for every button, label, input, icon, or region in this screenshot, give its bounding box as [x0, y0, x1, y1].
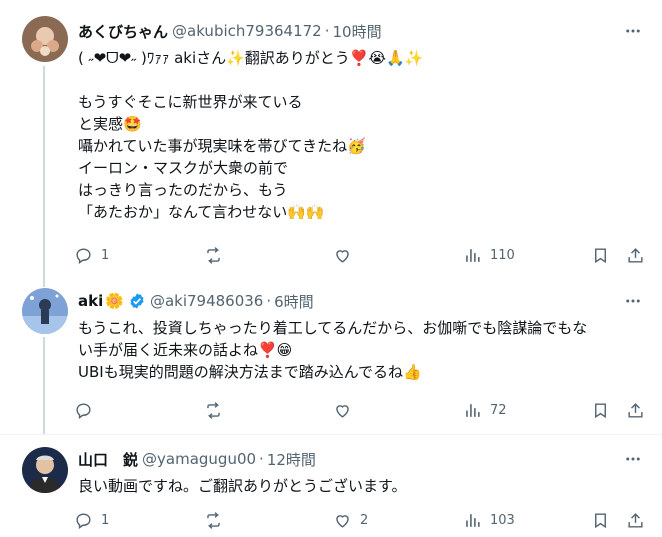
- retweet-icon: [207, 511, 220, 529]
- thread-line: [43, 66, 45, 275]
- bookmark-icon: [595, 402, 606, 418]
- like-icon: [336, 404, 349, 418]
- tweet-actions: 1 2 103: [70, 508, 648, 532]
- reply-icon: [76, 402, 91, 419]
- thread-line: [43, 275, 45, 287]
- share-button[interactable]: [626, 508, 645, 532]
- views-button[interactable]: 72: [463, 398, 507, 422]
- display-name[interactable]: aki: [78, 292, 103, 310]
- retweet-button[interactable]: [204, 243, 223, 267]
- tweet-line: ( ˶❤︎ᗜ❤︎˶ )ﾜｧｧ akiさん✨翻訳ありがとう❣️😭🙏✨: [78, 49, 424, 67]
- tweet-3[interactable]: 山口 鋭 @yamagugu00 · 12時間 良い動画ですね。ご翻訳ありがとう…: [0, 435, 662, 537]
- views-icon: [466, 403, 480, 417]
- reply-count: 1: [101, 247, 110, 263]
- tweet-line: はっきり言ったのだから、もう: [78, 181, 288, 199]
- separator-dot: ·: [259, 450, 264, 468]
- tweet-line: UBIも現実的問題の解決方法まで踏み込んでるね👍: [78, 363, 422, 381]
- tweet-line: イーロン・マスクが大衆の前で: [78, 159, 289, 177]
- reply-button[interactable]: [74, 398, 93, 422]
- timestamp[interactable]: 10時間: [333, 21, 382, 42]
- reply-button[interactable]: 1: [74, 508, 109, 532]
- tweet-text: もうこれ、投資しちゃったり着工してるんだから、お伽噺でも陰謀論でもな い手が届く…: [78, 317, 656, 383]
- timestamp[interactable]: 6時間: [274, 291, 314, 312]
- name-emoji: 🌼: [105, 292, 124, 310]
- tweet-line: と実感🤩: [78, 115, 142, 133]
- thread-line: [43, 337, 45, 435]
- bookmark-button[interactable]: [591, 243, 610, 267]
- tweet-header: 山口 鋭 @yamagugu00 · 12時間: [78, 448, 316, 470]
- more-icon[interactable]: [622, 20, 644, 42]
- timestamp[interactable]: 12時間: [267, 449, 316, 470]
- tweet-line: 良い動画ですね。ご翻訳ありがとうございます。: [78, 477, 407, 495]
- verified-icon: [128, 292, 146, 310]
- tweet-line: [78, 69, 656, 91]
- tweet-header: あくびちゃん @akubich79364172 · 10時間: [78, 20, 382, 42]
- retweet-icon: [207, 401, 220, 419]
- more-icon[interactable]: [622, 448, 644, 470]
- reply-icon: [76, 247, 91, 264]
- tweet-actions: 1 110: [70, 243, 648, 267]
- retweet-button[interactable]: [204, 398, 223, 422]
- reply-icon: [76, 512, 91, 529]
- share-icon: [628, 247, 643, 263]
- share-icon: [628, 402, 643, 418]
- tweet-line: 「あたおか」なんて言わせない🙌🙌: [78, 203, 325, 221]
- share-button[interactable]: [626, 398, 645, 422]
- views-icon: [466, 513, 480, 527]
- retweet-icon: [207, 246, 220, 264]
- like-button[interactable]: [333, 243, 352, 267]
- reply-count: 1: [101, 512, 110, 528]
- tweet-line: もうすぐそこに新世界が来ている: [78, 93, 303, 111]
- more-icon[interactable]: [622, 290, 644, 312]
- tweet-2[interactable]: aki 🌼 @aki79486036 · 6時間 もうこれ、投資しちゃったり着工…: [0, 275, 662, 435]
- bookmark-icon: [595, 247, 606, 263]
- views-button[interactable]: 103: [463, 508, 515, 532]
- tweet-1[interactable]: あくびちゃん @akubich79364172 · 10時間 ( ˶❤︎ᗜ❤︎˶…: [0, 0, 662, 275]
- like-button[interactable]: 2: [333, 508, 368, 532]
- tweet-line: 囁かれていた事が現実味を帯びてきたね🥳: [78, 137, 366, 155]
- user-handle[interactable]: @aki79486036: [150, 292, 263, 310]
- views-button[interactable]: 110: [463, 243, 515, 267]
- avatar[interactable]: [22, 447, 68, 493]
- tweet-header: aki 🌼 @aki79486036 · 6時間: [78, 290, 314, 312]
- display-name[interactable]: あくびちゃん: [78, 21, 168, 42]
- like-count: 2: [360, 512, 369, 528]
- separator-dot: ·: [324, 22, 330, 40]
- like-icon: [336, 514, 349, 528]
- view-count: 103: [490, 512, 515, 528]
- separator-dot: ·: [266, 292, 272, 310]
- reply-button[interactable]: 1: [74, 243, 109, 267]
- view-count: 72: [490, 402, 507, 418]
- user-handle[interactable]: @akubich79364172: [172, 22, 322, 40]
- tweet-line: い手が届く近未来の話よね❣️😁: [78, 341, 293, 359]
- share-icon: [628, 512, 643, 528]
- retweet-button[interactable]: [204, 508, 223, 532]
- tweet-actions: 72: [70, 398, 648, 422]
- display-name[interactable]: 山口 鋭: [78, 449, 138, 470]
- avatar[interactable]: [22, 16, 68, 62]
- like-button[interactable]: [333, 398, 352, 422]
- view-count: 110: [490, 247, 515, 263]
- bookmark-button[interactable]: [591, 508, 610, 532]
- tweet-line: もうこれ、投資しちゃったり着工してるんだから、お伽噺でも陰謀論でもな: [78, 319, 588, 337]
- tweet-text: 良い動画ですね。ご翻訳ありがとうございます。: [78, 475, 656, 497]
- like-icon: [336, 249, 349, 263]
- bookmark-button[interactable]: [591, 398, 610, 422]
- user-handle[interactable]: @yamagugu00: [142, 450, 256, 468]
- bookmark-icon: [595, 512, 606, 528]
- tweet-text: ( ˶❤︎ᗜ❤︎˶ )ﾜｧｧ akiさん✨翻訳ありがとう❣️😭🙏✨ もうすぐそこ…: [78, 47, 656, 223]
- share-button[interactable]: [626, 243, 645, 267]
- avatar[interactable]: [22, 288, 68, 334]
- views-icon: [466, 248, 480, 262]
